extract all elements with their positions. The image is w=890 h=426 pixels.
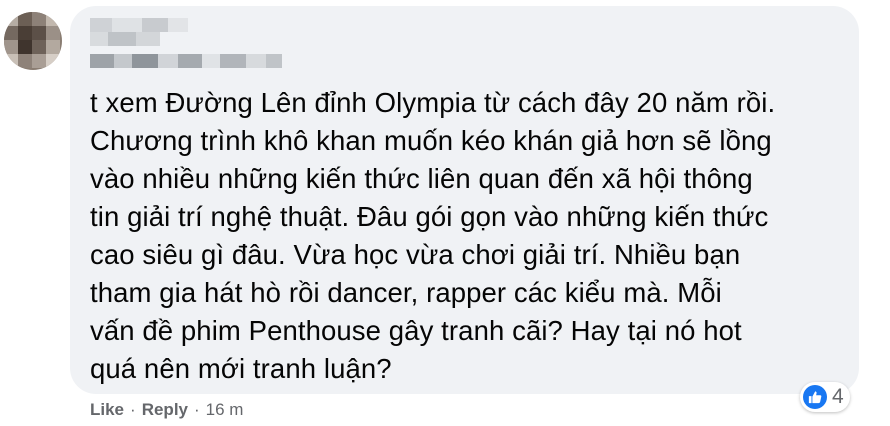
avatar[interactable]	[4, 12, 62, 70]
timestamp[interactable]: 16 m	[206, 400, 244, 420]
comment-line: tham gia hát hò rồi dancer, rapper các k…	[90, 277, 722, 308]
reaction-summary[interactable]: 4	[800, 382, 850, 412]
comment-text: t xem Đường Lên đỉnh Olympia từ cách đây…	[90, 84, 850, 388]
reaction-count: 4	[832, 385, 844, 408]
comment-line: t xem Đường Lên đỉnh Olympia từ cách đây…	[90, 87, 776, 118]
commenter-name-blurred[interactable]	[90, 14, 290, 74]
separator: ·	[130, 400, 136, 419]
comment-actions: Like · Reply · 16 m	[90, 400, 243, 420]
comment-line: Chương trình khô khan muốn kéo khán giả …	[90, 125, 772, 156]
like-button[interactable]: Like	[90, 400, 124, 420]
separator: ·	[194, 400, 200, 419]
like-icon	[803, 385, 827, 409]
comment-line: vào nhiều những kiến thức liên quan đến …	[90, 163, 753, 194]
reply-button[interactable]: Reply	[142, 400, 188, 420]
comment-line: quá nên mới tranh luận?	[90, 353, 392, 384]
comment-line: vấn đề phim Penthouse gây tranh cãi? Hay…	[90, 315, 742, 346]
comment-line: cao siêu gì đâu. Vừa học vừa chơi giải t…	[90, 239, 741, 270]
comment-line: tin giải trí nghệ thuật. Đâu gói gọn vào…	[90, 201, 769, 232]
